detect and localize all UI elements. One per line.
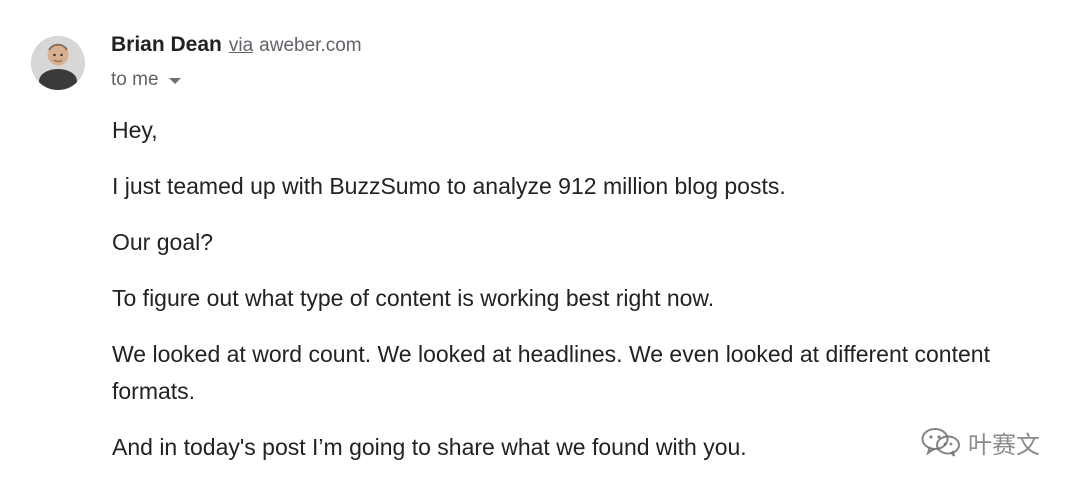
message-paragraph: To figure out what type of content is wo…: [112, 285, 715, 311]
sender-domain: aweber.com: [259, 35, 362, 56]
sender-line: Brian Dean via aweber.com: [111, 33, 362, 61]
message-paragraph: We looked at word count. We looked at he…: [112, 341, 990, 404]
message-paragraph: Our goal?: [112, 229, 214, 255]
email-message: Brian Dean via aweber.com to me Hey, I j…: [0, 0, 1080, 491]
recipient-label: to me: [111, 69, 159, 90]
via-link[interactable]: via: [229, 35, 253, 57]
message-paragraph: Hey,: [112, 117, 158, 143]
avatar[interactable]: [31, 36, 85, 90]
recipient-toggle[interactable]: to me: [111, 68, 181, 92]
message-paragraph: I just teamed up with BuzzSumo to analyz…: [112, 173, 786, 199]
chevron-down-icon[interactable]: [168, 78, 181, 84]
wechat-icon: [920, 425, 962, 459]
watermark-text: 叶赛文: [968, 430, 1040, 459]
watermark: 叶赛文: [920, 425, 1040, 459]
sender-name[interactable]: Brian Dean: [111, 33, 222, 57]
